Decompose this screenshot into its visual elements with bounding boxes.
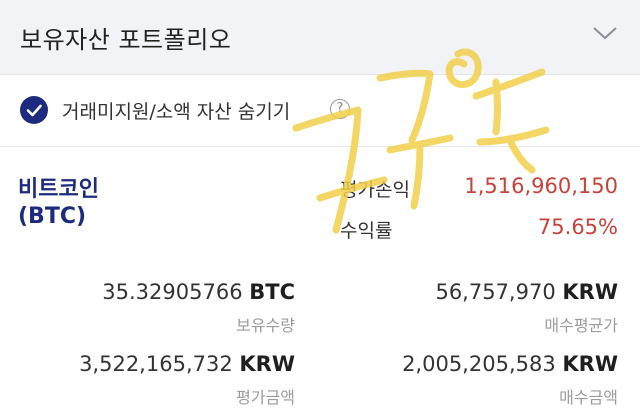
asset-name: 비트코인	[18, 177, 99, 202]
hide-small-assets-label: 거래미지원/소액 자산 숨기기	[62, 101, 291, 123]
holdings-number: 35.32905766	[102, 280, 243, 304]
section-divider	[0, 146, 640, 147]
valuation-caption: 평가금액	[236, 388, 295, 407]
holdings-caption: 보유수량	[236, 316, 295, 335]
holdings-amount: 35.32905766 BTC	[102, 280, 295, 304]
return-value: 75.65%	[537, 215, 618, 239]
asset-ticker: (BTC)	[18, 204, 87, 229]
avg-price: 56,757,970 KRW	[435, 280, 618, 304]
valuation-number: 3,522,165,732	[79, 352, 233, 376]
valuation: 3,522,165,732 KRW	[79, 352, 295, 376]
checkmark-icon	[26, 104, 42, 117]
avg-price-number: 56,757,970	[435, 280, 556, 304]
valuation-unit: KRW	[239, 352, 295, 376]
profit-value: 1,516,960,150	[464, 174, 618, 198]
purchase-caption: 매수금액	[559, 388, 618, 407]
question-circle-icon[interactable]: ?	[330, 99, 350, 119]
purchase-unit: KRW	[562, 352, 618, 376]
profit-label: 평가손익	[340, 179, 410, 201]
portfolio-header[interactable]: 보유자산 포트폴리오	[0, 0, 640, 75]
page-title: 보유자산 포트폴리오	[20, 26, 232, 54]
holdings-unit: BTC	[249, 280, 295, 304]
avg-price-unit: KRW	[562, 280, 618, 304]
avg-price-caption: 매수평균가	[544, 316, 618, 335]
purchase-number: 2,005,205,583	[402, 352, 556, 376]
purchase-amount: 2,005,205,583 KRW	[402, 352, 618, 376]
hide-small-assets-checkbox[interactable]	[20, 96, 48, 124]
return-label: 수익률	[340, 220, 393, 242]
chevron-down-icon[interactable]	[592, 25, 618, 41]
